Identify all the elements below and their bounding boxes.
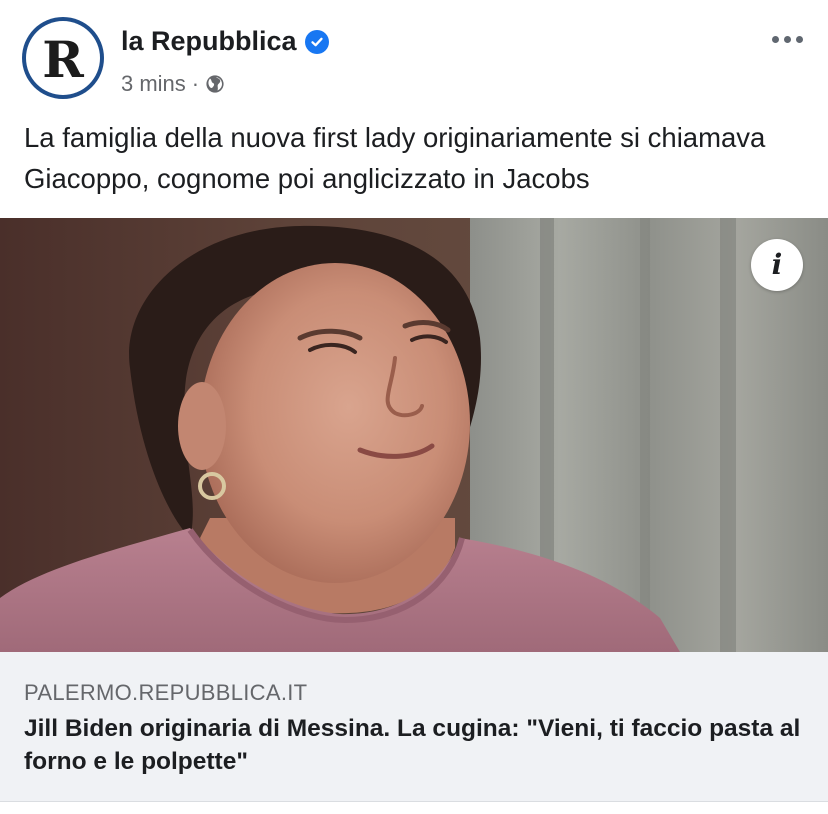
post-meta: 3 mins · [121,71,225,97]
link-preview-card[interactable]: PALERMO.REPUBBLICA.IT Jill Biden origina… [0,652,828,802]
woman-photo [0,218,828,652]
page-name-row: la Repubblica [121,26,329,57]
info-letter: i [771,248,783,281]
facebook-post: R la Repubblica 3 mins · La famiglia del… [0,0,828,814]
info-icon[interactable]: i [751,239,803,291]
page-avatar[interactable]: R [22,17,104,99]
meta-separator: · [191,71,200,96]
link-title[interactable]: Jill Biden originaria di Messina. La cug… [24,712,814,778]
more-dot [795,35,803,43]
post-header: R la Repubblica 3 mins · [0,0,828,110]
verified-badge-icon [304,29,329,54]
page-name-link[interactable]: la Repubblica [121,26,297,57]
more-dot [771,35,779,43]
post-image[interactable] [0,218,828,652]
more-dot [783,35,791,43]
link-domain: PALERMO.REPUBBLICA.IT [24,680,308,705]
avatar-letter: R [42,30,84,89]
avatar-logo: R [26,21,100,95]
post-timestamp[interactable]: 3 mins [121,71,186,97]
more-options-icon[interactable] [762,24,812,54]
globe-icon [205,74,225,94]
post-caption: La famiglia della nuova first lady origi… [24,122,766,194]
post-footer-divider [0,802,828,814]
